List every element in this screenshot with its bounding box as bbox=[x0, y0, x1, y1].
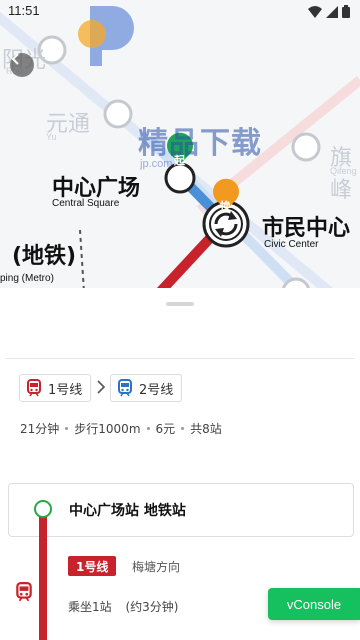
chevron-left-icon bbox=[11, 53, 19, 65]
separator-dot bbox=[181, 427, 185, 430]
watermark-url: jp.com bbox=[140, 158, 173, 170]
metro-map[interactable]: 阳光 Rou 元通 Yu 旗峰 Qifeng 精品下载 jp.com 起 换 中… bbox=[0, 0, 360, 292]
line-badge: 1号线 bbox=[68, 556, 117, 576]
train-icon bbox=[118, 379, 132, 397]
start-station-title: 中心广场站 地铁站 bbox=[69, 503, 186, 519]
station-metro-name-en: ping (Metro) bbox=[0, 273, 54, 284]
back-button[interactable] bbox=[10, 53, 34, 77]
ghost-station-label-en: Yu bbox=[46, 132, 57, 142]
ride-time: (约3分钟) bbox=[125, 600, 179, 614]
route-line-bar bbox=[39, 514, 47, 640]
line-tag-label: 1号线 bbox=[48, 382, 83, 398]
watermark-text: 精品下载 bbox=[138, 126, 262, 161]
ride-info[interactable]: 乘坐1站 (约3分钟) bbox=[68, 598, 178, 615]
direction-text: 梅塘方向 bbox=[132, 560, 181, 574]
route-page: 阳光 Rou 元通 Yu 旗峰 Qifeng 精品下载 jp.com 起 换 中… bbox=[0, 0, 360, 640]
route-walk: 步行1000m bbox=[74, 422, 141, 436]
route-summary: 21分钟 步行1000m 6元 共8站 bbox=[20, 420, 222, 437]
route-duration: 21分钟 bbox=[20, 422, 60, 436]
signal-icon bbox=[326, 5, 338, 18]
line-tag-2[interactable]: 2号线 bbox=[110, 374, 183, 402]
chevron-right-icon bbox=[97, 380, 106, 394]
station-civic-name[interactable]: 市民中心 bbox=[262, 210, 350, 242]
station-central-name-en: Central Square bbox=[52, 198, 120, 209]
sheet-drag-handle[interactable] bbox=[166, 302, 194, 306]
divider bbox=[6, 358, 354, 359]
separator-dot bbox=[65, 427, 69, 430]
transfer-marker-label: 换 bbox=[220, 200, 231, 213]
vconsole-button[interactable]: vConsole bbox=[268, 588, 360, 620]
line-tag-label: 2号线 bbox=[139, 382, 174, 398]
start-station-card[interactable]: 中心广场站 地铁站 bbox=[8, 483, 354, 537]
start-point-dot bbox=[34, 500, 52, 518]
line-tag-1[interactable]: 1号线 bbox=[19, 374, 92, 402]
status-bar: 11:51 bbox=[0, 0, 360, 24]
ride-stops: 乘坐1站 bbox=[68, 600, 112, 614]
battery-icon bbox=[342, 5, 350, 18]
train-icon bbox=[16, 582, 32, 602]
route-price: 6元 bbox=[155, 422, 176, 436]
route-sheet: 1号线 2号线 21分钟 步行1000m 6元 共8站 中心广场站 地铁站 1号… bbox=[0, 288, 360, 640]
ghost-station-label-en: Qifeng bbox=[330, 166, 357, 176]
station-metro-name[interactable]: (地铁) bbox=[12, 238, 76, 270]
wifi-icon bbox=[308, 5, 322, 18]
station-civic-name-en: Civic Center bbox=[264, 239, 319, 250]
start-marker-label: 起 bbox=[174, 154, 185, 167]
status-time: 11:51 bbox=[8, 3, 40, 18]
train-icon bbox=[27, 379, 41, 397]
route-stops: 共8站 bbox=[190, 422, 222, 436]
separator-dot bbox=[146, 427, 150, 430]
